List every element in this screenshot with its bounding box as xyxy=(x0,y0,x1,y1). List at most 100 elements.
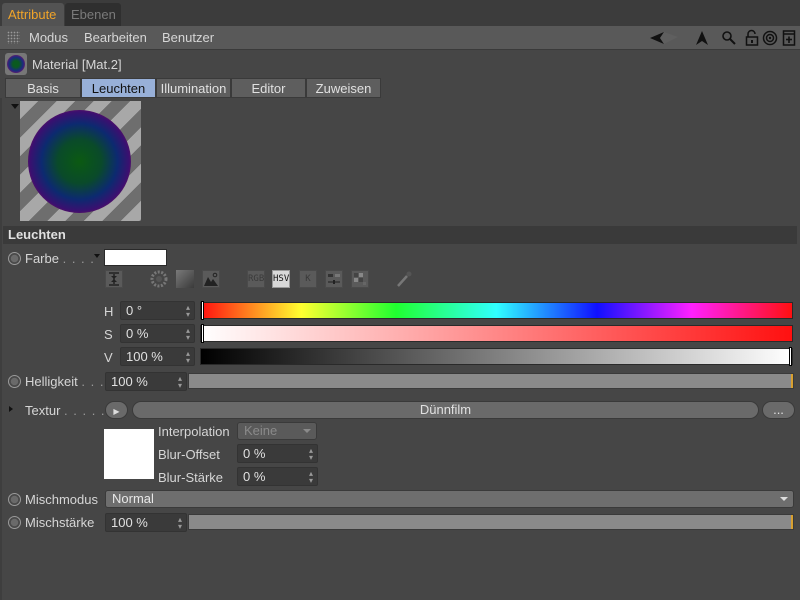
mischmodus-animate-radio[interactable] xyxy=(8,493,21,506)
blur-staerke-label: Blur-Stärke xyxy=(158,470,224,485)
textur-shader-button[interactable]: Dünnfilm xyxy=(132,401,759,419)
mixer-icon[interactable] xyxy=(325,270,343,288)
textur-expand-icon[interactable] xyxy=(9,406,13,412)
farbe-animate-radio[interactable] xyxy=(8,252,21,265)
textur-label-text: Textur xyxy=(25,403,61,418)
helligkeit-label: Helligkeit . . . xyxy=(25,374,104,389)
subtab-leuchten[interactable]: Leuchten xyxy=(81,78,156,98)
mischstaerke-slider[interactable] xyxy=(188,514,794,530)
h-value: 0 ° xyxy=(126,303,143,318)
blur-offset-stepper-icon[interactable]: ▴ ▾ xyxy=(309,447,313,462)
rgb-mode-button[interactable]: RGB xyxy=(247,270,265,288)
v-label: V xyxy=(104,350,113,365)
swatches-icon[interactable] xyxy=(351,270,369,288)
kelvin-mode-button[interactable]: K xyxy=(299,270,317,288)
blur-staerke-value: 0 % xyxy=(243,469,266,484)
target-icon[interactable] xyxy=(762,29,778,47)
s-value: 0 % xyxy=(126,326,149,341)
mischstaerke-value: 100 % xyxy=(111,515,148,530)
textur-menu-button[interactable]: ▶ xyxy=(105,401,128,419)
mischmodus-label: Mischmodus xyxy=(25,492,98,507)
textur-more-button[interactable]: ... xyxy=(762,401,795,419)
interpolation-label: Interpolation xyxy=(158,424,230,439)
interpolation-dropdown[interactable]: Keine xyxy=(237,422,317,440)
hue-slider[interactable] xyxy=(200,301,793,320)
mischstaerke-slider-handle[interactable] xyxy=(791,515,793,529)
gradient-square-icon[interactable] xyxy=(176,270,194,288)
panel-border xyxy=(0,98,2,600)
subtab-zuweisen[interactable]: Zuweisen xyxy=(306,78,381,98)
helligkeit-input[interactable]: 100 % ▴ ▾ xyxy=(105,372,187,391)
hsv-mode-button[interactable]: HSV xyxy=(272,270,290,288)
subtab-editor[interactable]: Editor xyxy=(231,78,306,98)
subtab-illumination[interactable]: Illumination xyxy=(156,78,231,98)
helligkeit-stepper-icon[interactable]: ▴ ▾ xyxy=(178,375,182,390)
mischstaerke-label: Mischstärke xyxy=(25,515,95,530)
farbe-expand-icon[interactable] xyxy=(94,254,100,258)
spectrum-icon[interactable] xyxy=(105,270,123,288)
tab-ebenen[interactable]: Ebenen xyxy=(65,3,121,26)
s-label: S xyxy=(104,327,113,342)
blur-offset-value: 0 % xyxy=(243,446,266,461)
v-stepper-icon[interactable]: ▴ ▾ xyxy=(186,350,190,365)
helligkeit-slider-handle[interactable] xyxy=(791,374,793,388)
back-arrow-icon[interactable] xyxy=(648,29,684,47)
mischstaerke-animate-radio[interactable] xyxy=(8,516,21,529)
image-picker-icon[interactable] xyxy=(202,270,220,288)
helligkeit-label-text: Helligkeit xyxy=(25,374,78,389)
menu-modus[interactable]: Modus xyxy=(29,30,68,45)
helligkeit-dots: . . . xyxy=(81,374,105,389)
menu-bar: Modus Bearbeiten Benutzer xyxy=(0,26,800,50)
v-value: 100 % xyxy=(126,349,163,364)
h-stepper-icon[interactable]: ▴ ▾ xyxy=(186,304,190,319)
blur-staerke-input[interactable]: 0 % ▴ ▾ xyxy=(237,467,318,486)
menu-bearbeiten[interactable]: Bearbeiten xyxy=(84,30,147,45)
play-icon: ▶ xyxy=(113,407,120,416)
tab-attribute[interactable]: Attribute xyxy=(2,3,64,26)
texture-preview xyxy=(104,429,154,479)
color-wheel-icon[interactable] xyxy=(150,270,168,288)
chevron-down-icon xyxy=(780,497,788,501)
menu-benutzer[interactable]: Benutzer xyxy=(162,30,214,45)
helligkeit-slider[interactable] xyxy=(188,373,794,389)
textur-label: Textur . . . . . . xyxy=(25,403,115,418)
interpolation-value: Keine xyxy=(244,423,278,438)
grip-icon[interactable] xyxy=(7,31,20,44)
saturation-slider[interactable] xyxy=(200,324,793,343)
hue-slider-handle[interactable] xyxy=(201,301,204,320)
helligkeit-animate-radio[interactable] xyxy=(8,375,21,388)
unlock-icon[interactable] xyxy=(745,29,759,47)
blur-staerke-stepper-icon[interactable]: ▴ ▾ xyxy=(309,470,313,485)
saturation-slider-handle[interactable] xyxy=(201,324,204,343)
farbe-dots: . . . . xyxy=(62,251,95,266)
cursor-arrow-icon[interactable] xyxy=(694,29,710,47)
mischstaerke-input[interactable]: 100 % ▴ ▾ xyxy=(105,513,187,532)
mischstaerke-stepper-icon[interactable]: ▴ ▾ xyxy=(178,516,182,531)
new-panel-icon[interactable] xyxy=(782,29,796,47)
s-input[interactable]: 0 % ▴ ▾ xyxy=(120,324,195,343)
chevron-down-icon xyxy=(303,429,311,433)
search-icon[interactable] xyxy=(721,29,737,47)
mischmodus-dropdown[interactable]: Normal xyxy=(105,490,794,508)
helligkeit-value: 100 % xyxy=(111,374,148,389)
material-thumbnail xyxy=(5,53,27,75)
farbe-color-swatch[interactable] xyxy=(104,249,167,266)
h-input[interactable]: 0 ° ▴ ▾ xyxy=(120,301,195,320)
farbe-label: Farbe . . . . xyxy=(25,251,95,266)
farbe-label-text: Farbe xyxy=(25,251,59,266)
material-preview[interactable] xyxy=(20,101,141,221)
v-input[interactable]: 100 % ▴ ▾ xyxy=(120,347,195,366)
value-slider-handle[interactable] xyxy=(789,347,792,366)
blur-offset-input[interactable]: 0 % ▴ ▾ xyxy=(237,444,318,463)
eyedropper-icon[interactable] xyxy=(395,270,413,288)
h-label: H xyxy=(104,304,114,319)
blur-offset-label: Blur-Offset xyxy=(158,447,220,462)
value-slider[interactable] xyxy=(200,347,793,366)
s-stepper-icon[interactable]: ▴ ▾ xyxy=(186,327,190,342)
tab-bar: Attribute Ebenen xyxy=(0,0,800,26)
collapse-preview-icon[interactable] xyxy=(11,104,19,109)
material-header: Material [Mat.2] xyxy=(0,51,800,77)
preview-sphere xyxy=(28,110,131,213)
mischmodus-value: Normal xyxy=(112,491,154,506)
subtab-basis[interactable]: Basis xyxy=(5,78,81,98)
